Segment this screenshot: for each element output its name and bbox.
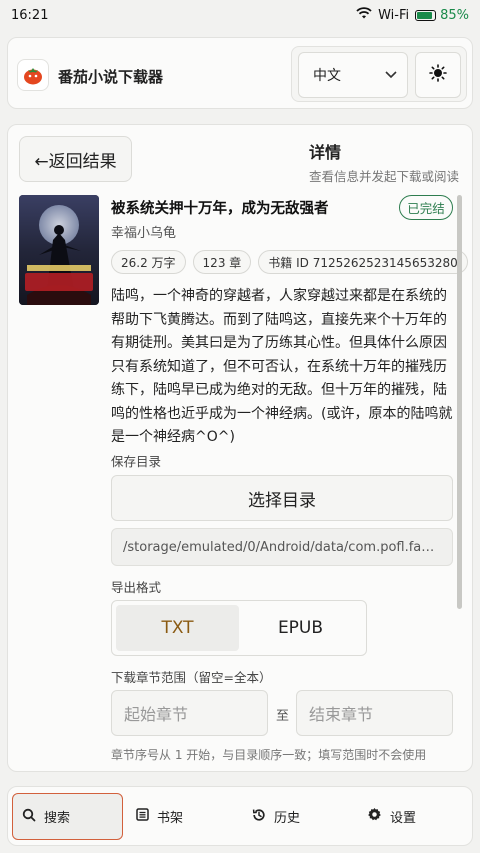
- scrollbar[interactable]: [457, 195, 462, 609]
- history-icon: [252, 808, 266, 826]
- chevron-down-icon: [385, 67, 397, 83]
- sun-icon: [429, 64, 447, 86]
- status-indicators: Wi-Fi 85%: [356, 7, 469, 23]
- nav-item-search[interactable]: 搜索: [12, 793, 123, 840]
- status-badge: 已完结: [399, 195, 453, 220]
- choose-directory-button[interactable]: 选择目录: [111, 475, 453, 521]
- save-path-field: /storage/emulated/0/Android/data/com.pof…: [111, 528, 453, 566]
- nav-label-search: 搜索: [44, 811, 71, 826]
- nav-item-settings[interactable]: 设置: [367, 793, 416, 840]
- book-tags: 26.2 万字 123 章 书籍 ID 7125262523145653280: [111, 250, 468, 274]
- range-separator: 至: [276, 709, 290, 724]
- wifi-label: Wi-Fi: [378, 7, 410, 23]
- status-bar: 16:21 Wi-Fi 85%: [0, 0, 480, 30]
- format-option-epub[interactable]: EPUB: [239, 605, 362, 651]
- tomato-icon: [17, 59, 49, 91]
- export-format-toggle: TXT EPUB: [111, 600, 367, 656]
- back-to-results-button[interactable]: ←返回结果: [19, 136, 132, 182]
- book-title: 被系统关押十万年，成为无敌强者: [111, 201, 329, 217]
- book-description: 陆鸣，一个神奇的穿越者，人家穿越过来都是在系统的帮助下飞黄腾达。而到了陆鸣这，直…: [111, 288, 453, 445]
- battery-indicator: 85%: [415, 8, 469, 23]
- search-icon: [22, 808, 36, 826]
- theme-toggle-button[interactable]: [415, 52, 461, 98]
- nav-item-history[interactable]: 历史: [252, 793, 300, 840]
- range-hint: 章节序号从 1 开始，与目录顺序一致；填写范围时不会使用: [111, 748, 427, 762]
- export-format-label: 导出格式: [111, 580, 162, 595]
- book-id-tag: 书籍 ID 7125262523145653280: [258, 250, 468, 274]
- page-subtitle: 查看信息并发起下载或阅读: [309, 169, 460, 184]
- bookshelf-icon: [136, 808, 149, 825]
- nav-label-history: 历史: [274, 811, 301, 826]
- status-time: 16:21: [11, 7, 49, 23]
- app-header: 番茄小说下载器 中文: [7, 37, 473, 109]
- end-chapter-input[interactable]: 结束章节: [296, 690, 453, 736]
- battery-percent: 85%: [440, 7, 469, 23]
- nav-label-bookshelf: 书架: [157, 811, 184, 826]
- page-title: 详情: [309, 143, 342, 162]
- range-label: 下载章节范围（留空=全本）: [111, 670, 272, 685]
- format-option-txt[interactable]: TXT: [116, 605, 239, 651]
- word-count-tag: 26.2 万字: [111, 250, 186, 274]
- language-value: 中文: [313, 68, 341, 84]
- wifi-icon: [356, 7, 372, 23]
- detail-panel: ←返回结果 详情 查看信息并发起下载或阅读 被系统关押十万年，成为无敌强者 已完…: [7, 124, 473, 772]
- language-select[interactable]: 中文: [298, 52, 408, 98]
- nav-label-settings: 设置: [390, 811, 417, 826]
- save-dir-label: 保存目录: [111, 454, 162, 469]
- save-path-value: /storage/emulated/0/Android/data/com.pof…: [123, 539, 441, 555]
- nav-item-bookshelf[interactable]: 书架: [136, 793, 183, 840]
- start-chapter-input[interactable]: 起始章节: [111, 690, 268, 736]
- book-cover: [19, 195, 99, 305]
- book-author: 幸福小乌龟: [111, 226, 177, 241]
- start-chapter-placeholder: 起始章节: [124, 705, 189, 724]
- gear-icon: [367, 807, 382, 826]
- chapter-count-tag: 123 章: [192, 250, 252, 274]
- end-chapter-placeholder: 结束章节: [309, 705, 374, 724]
- battery-icon: [415, 9, 437, 21]
- app-title: 番茄小说下载器: [58, 68, 164, 86]
- bottom-navigation: 搜索 书架 历史 设置: [7, 786, 473, 846]
- header-controls: 中文: [291, 46, 467, 102]
